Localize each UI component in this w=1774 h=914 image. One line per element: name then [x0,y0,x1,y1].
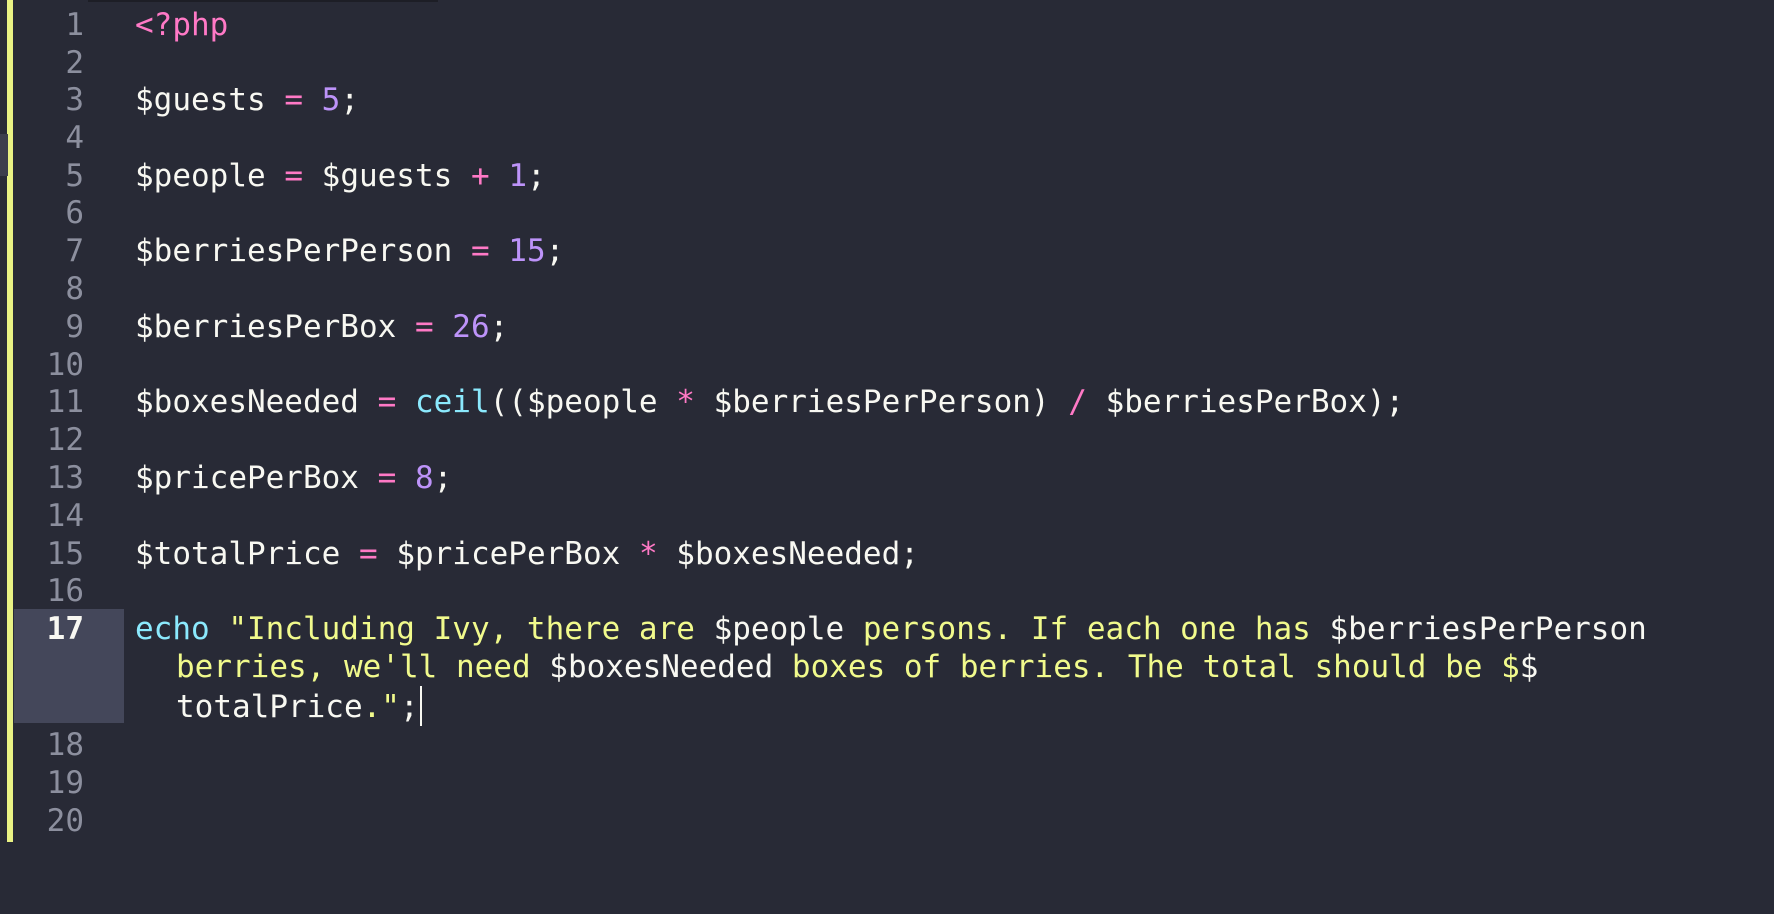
semicolon: ; [545,233,565,269]
code-line-15[interactable]: $totalPrice = $pricePerBox * $boxesNeede… [135,535,919,573]
string-literal: boxes of berries. The total should be $ [773,649,1520,685]
variable: $pricePerBox [135,460,359,496]
line-number: 9 [65,309,84,345]
line-number: 6 [65,195,84,231]
code-line-3[interactable]: $guests = 5; [135,81,359,119]
code-line-1[interactable]: <?php [135,6,228,44]
variable: $ [1519,649,1539,685]
variable: totalPrice [176,689,363,725]
variable: $boxesNeeded [549,649,774,685]
line-number: 14 [46,498,84,534]
string-literal: persons. If each one has [844,611,1330,647]
operator: * [657,384,714,420]
operator: + [452,158,509,194]
line-number: 3 [65,82,84,118]
line-number: 18 [46,727,84,763]
semicolon: ; [433,460,453,496]
number: 15 [508,233,546,269]
line-number: 15 [46,536,84,572]
line-number: 10 [46,347,84,383]
semicolon: ; [526,158,546,194]
code-line-11[interactable]: $boxesNeeded = ceil(($people * $berriesP… [135,383,1404,421]
modified-lines-indicator [7,0,13,842]
variable: $people [135,158,266,194]
line-number: 20 [46,803,84,839]
paren: (( [489,384,527,420]
operator: * [620,536,677,572]
number: 1 [508,158,527,194]
variable: $berriesPerPerson [713,384,1031,420]
variable: $berriesPerPerson [135,233,453,269]
code-line-9[interactable]: $berriesPerBox = 26; [135,308,508,346]
string-literal: "Including Ivy, there are [209,611,714,647]
variable: $berriesPerBox [135,309,397,345]
code-line-17-wrap-1[interactable]: berries, we'll need $boxesNeeded boxes o… [176,648,1538,686]
code-line-17-wrap-2[interactable]: totalPrice."; [176,686,422,726]
operator: = [358,460,415,496]
variable: $boxesNeeded [676,536,901,572]
number: 8 [414,460,434,496]
code-line-13[interactable]: $pricePerBox = 8; [135,459,452,497]
string-literal: berries, we'll need [176,649,550,685]
line-number: 2 [65,45,84,81]
string-literal: ." [362,689,400,725]
semicolon: ; [900,536,919,572]
paren-semicolon: ); [1366,384,1405,420]
line-number: 7 [65,233,84,269]
line-number: 13 [46,460,84,496]
variable: $guests [135,82,266,118]
line-number: 16 [46,573,84,609]
operator: = [265,82,322,118]
variable: $berriesPerBox [1105,384,1367,420]
php-open-tag: <?php [135,7,229,43]
line-number: 19 [46,765,84,801]
tab-strip-edge [88,0,438,2]
function-name: ceil [414,384,490,420]
line-number-active: 17 [46,611,84,647]
number: 5 [321,82,341,118]
scroll-marker [0,134,8,176]
semicolon: ; [340,82,359,118]
number: 26 [452,309,490,345]
operator: = [452,233,509,269]
variable: $guests [321,158,453,194]
variable: $totalPrice [135,536,341,572]
operator: = [358,384,415,420]
echo-keyword: echo [135,611,210,647]
operator: = [340,536,397,572]
code-line-17[interactable]: echo "Including Ivy, there are $people p… [135,610,1647,648]
variable: $people [526,384,658,420]
variable: $boxesNeeded [135,384,359,420]
paren: ) [1030,384,1050,420]
semicolon: ; [399,689,419,725]
variable: $people [713,611,845,647]
line-number: 1 [65,7,84,43]
line-number: 8 [65,271,84,307]
operator: = [265,158,322,194]
code-editor[interactable]: 1 2 3 4 5 6 7 8 9 10 11 12 13 14 15 16 1… [0,0,1774,914]
line-number: 12 [46,422,84,458]
code-line-5[interactable]: $people = $guests + 1; [135,157,546,195]
variable: $berriesPerPerson [1329,611,1647,647]
semicolon: ; [489,309,509,345]
variable: $pricePerBox [396,536,621,572]
operator: = [396,309,453,345]
line-number: 5 [65,158,84,194]
text-cursor [419,686,422,726]
line-number: 11 [46,384,84,420]
operator: / [1049,384,1106,420]
line-number: 4 [65,120,84,156]
code-line-7[interactable]: $berriesPerPerson = 15; [135,232,564,270]
